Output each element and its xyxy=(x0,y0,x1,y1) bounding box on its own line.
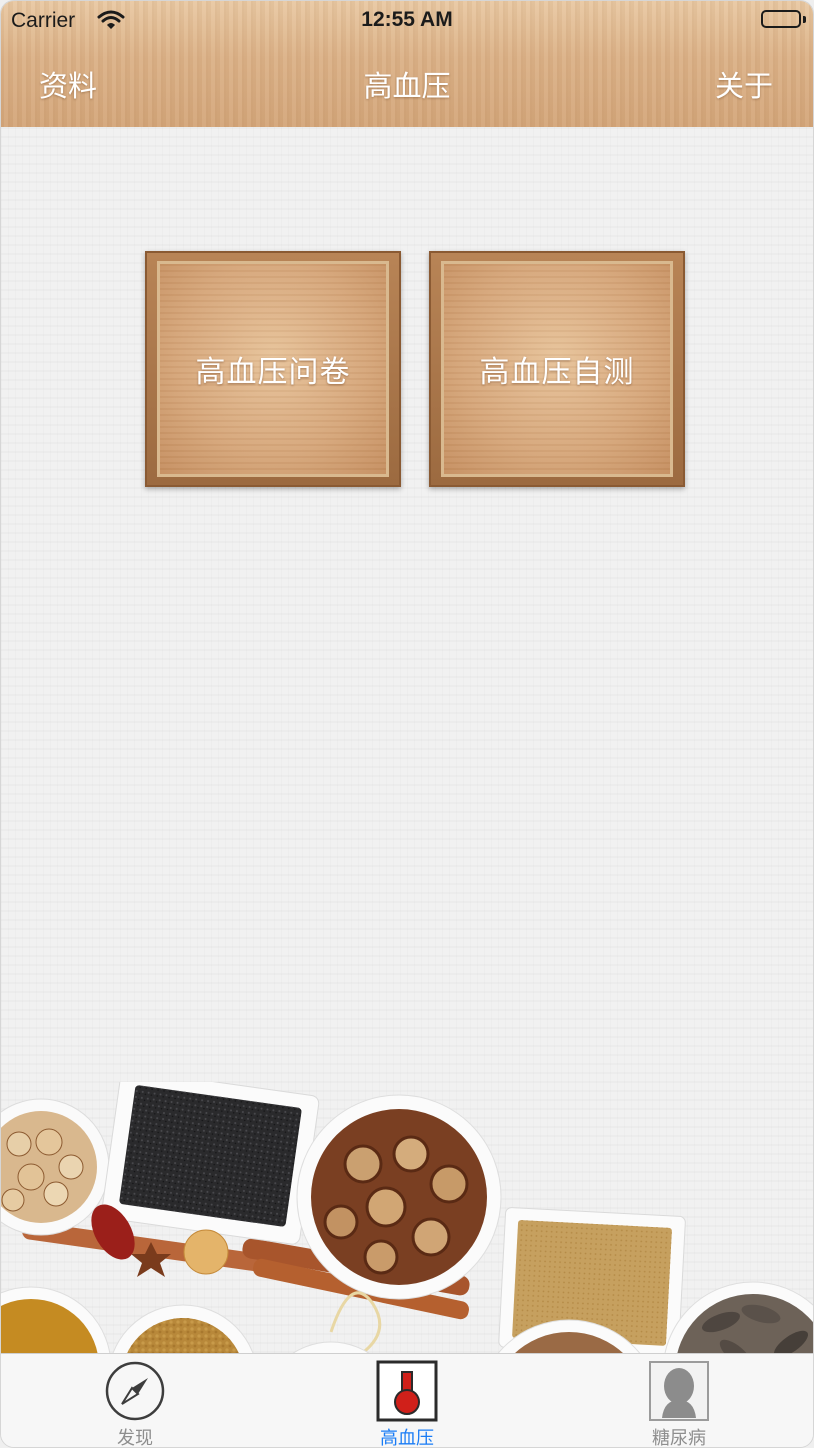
clock: 12:55 AM xyxy=(361,8,453,31)
main-content: 高血压问卷 高血压自测 xyxy=(1,127,813,1354)
page-title: 高血压 xyxy=(363,69,451,103)
tab-label: 发现 xyxy=(117,1428,153,1448)
info-button[interactable]: 资料 xyxy=(39,63,97,105)
tile-label: 高血压问卷 xyxy=(195,355,351,390)
tab-bar: 发现 高血压 糖尿病 xyxy=(1,1353,813,1448)
questionnaire-button[interactable]: 高血压问卷 xyxy=(145,251,401,487)
battery-tip xyxy=(803,16,806,23)
tab-label: 糖尿病 xyxy=(652,1428,706,1448)
compass-icon xyxy=(104,1360,166,1426)
tile-label: 高血压自测 xyxy=(479,355,635,390)
app-screen: Carrier 12:55 AM 资料 高血压 关于 高血压问卷 高血压自测 发… xyxy=(0,0,814,1448)
bowl-fenugreek xyxy=(112,1304,254,1354)
tab-diabetes[interactable]: 糖尿病 xyxy=(619,1354,739,1448)
bowl-dark-seeds xyxy=(664,1281,813,1354)
nav-bar: Carrier 12:55 AM 资料 高血压 关于 xyxy=(1,1,813,127)
tab-discover[interactable]: 发现 xyxy=(75,1354,195,1448)
battery-icon xyxy=(761,10,801,28)
dish-black-sesame xyxy=(101,1082,320,1245)
bowl-hawthorn xyxy=(296,1094,502,1300)
self-test-button[interactable]: 高血压自测 xyxy=(429,251,685,487)
about-button[interactable]: 关于 xyxy=(715,63,773,105)
tile-face: 高血压问卷 xyxy=(157,261,389,477)
tab-hypertension[interactable]: 高血压 xyxy=(347,1354,467,1448)
person-silhouette-icon xyxy=(648,1360,710,1426)
tab-label: 高血压 xyxy=(380,1428,434,1448)
thermometer-icon xyxy=(376,1360,438,1426)
tile-face: 高血压自测 xyxy=(441,261,673,477)
bowl-turmeric xyxy=(1,1286,111,1354)
status-bar: Carrier 12:55 AM xyxy=(1,1,813,41)
spice-bowls-image xyxy=(1,1082,813,1354)
